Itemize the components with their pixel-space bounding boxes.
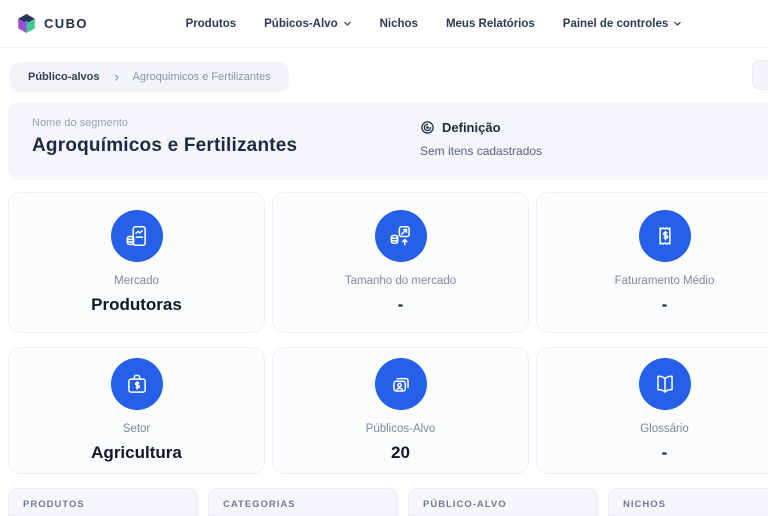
card-label: Glossário — [640, 423, 689, 435]
nav-item-publicos-alvo[interactable]: Púbicos-Alvo — [264, 18, 351, 30]
nav-item-label: Nichos — [380, 18, 418, 30]
briefcase-dollar-icon — [111, 358, 163, 410]
target-icon — [420, 120, 435, 135]
stat-cards-grid: Mercado Produtoras Tamanho do mercado - — [8, 192, 768, 474]
database-growth-icon — [375, 210, 427, 262]
definition-block: Definição Sem itens cadastrados — [420, 120, 542, 158]
definition-empty-text: Sem itens cadastrados — [420, 144, 542, 158]
section-header-nichos[interactable]: NICHOS — [609, 489, 768, 515]
segment-header-panel: Nome do segmento Agroquímicos e Fertiliz… — [8, 102, 768, 180]
card-value: Produtoras — [91, 295, 182, 315]
card-value: - — [398, 295, 404, 315]
nav-item-nichos[interactable]: Nichos — [380, 18, 418, 30]
card-faturamento-medio[interactable]: Faturamento Médio - — [536, 192, 768, 333]
cube-logo-icon — [16, 13, 37, 34]
nav-item-produtos[interactable]: Produtos — [186, 18, 236, 30]
card-value: Agricultura — [91, 443, 182, 463]
card-value: - — [662, 443, 668, 463]
nav-item-label: Meus Relatórios — [446, 18, 535, 30]
breadcrumb-row: Público-alvos Agroquimicos e Fertilizant… — [0, 48, 768, 102]
nav-item-meus-relatorios[interactable]: Meus Relatórios — [446, 18, 535, 30]
section-publico-alvo: PÚBLICO-ALVO — [408, 488, 598, 516]
bottom-sections-row: PRODUTOS CATEGORIAS PÚBLICO-ALVO NICHOS — [8, 488, 768, 516]
breadcrumb-current-page: Agroquimicos e Fertilizantes — [133, 71, 271, 83]
receipt-dollar-icon — [639, 210, 691, 262]
page-title: Agroquímicos e Fertilizantes — [32, 135, 768, 157]
card-tamanho-do-mercado[interactable]: Tamanho do mercado - — [272, 192, 529, 333]
nav-item-label: Painel de controles — [563, 18, 668, 30]
card-setor[interactable]: Setor Agricultura — [8, 347, 265, 474]
definition-title: Definição — [442, 120, 501, 135]
segment-name-label: Nome do segmento — [32, 117, 768, 129]
top-navbar: CUBO Produtos Púbicos-Alvo Nichos Meus R… — [0, 0, 768, 48]
card-label: Setor — [123, 423, 151, 435]
card-value: - — [662, 295, 668, 315]
nav-item-painel-de-controles[interactable]: Painel de controles — [563, 18, 682, 30]
open-book-icon — [639, 358, 691, 410]
section-categorias: CATEGORIAS — [208, 488, 398, 516]
nav-item-label: Produtos — [186, 18, 236, 30]
nav-links: Produtos Púbicos-Alvo Nichos Meus Relató… — [186, 18, 683, 30]
card-publicos-alvo[interactable]: Públicos-Alvo 20 — [272, 347, 529, 474]
nav-item-label: Púbicos-Alvo — [264, 18, 337, 30]
breadcrumb-publico-alvos[interactable]: Público-alvos — [28, 71, 100, 83]
section-nichos: NICHOS — [608, 488, 768, 516]
section-header-categorias[interactable]: CATEGORIAS — [209, 489, 397, 515]
section-produtos: PRODUTOS — [8, 488, 198, 516]
brand-logo[interactable]: CUBO — [16, 13, 88, 34]
card-mercado[interactable]: Mercado Produtoras — [8, 192, 265, 333]
chevron-down-icon — [673, 19, 682, 28]
section-header-produtos[interactable]: PRODUTOS — [9, 489, 197, 515]
brand-name: CUBO — [44, 16, 88, 31]
chevron-down-icon — [343, 19, 352, 28]
card-label: Mercado — [114, 275, 159, 287]
id-cards-icon — [375, 358, 427, 410]
breadcrumb: Público-alvos Agroquimicos e Fertilizant… — [10, 62, 289, 92]
card-label: Faturamento Médio — [615, 275, 715, 287]
card-label: Tamanho do mercado — [345, 275, 456, 287]
chevron-right-icon — [112, 73, 121, 82]
card-label: Públicos-Alvo — [366, 423, 436, 435]
edge-cut-button[interactable] — [752, 60, 768, 90]
card-glossario[interactable]: Glossário - — [536, 347, 768, 474]
card-value: 20 — [391, 443, 410, 463]
section-header-publico-alvo[interactable]: PÚBLICO-ALVO — [409, 489, 597, 515]
report-database-icon — [111, 210, 163, 262]
